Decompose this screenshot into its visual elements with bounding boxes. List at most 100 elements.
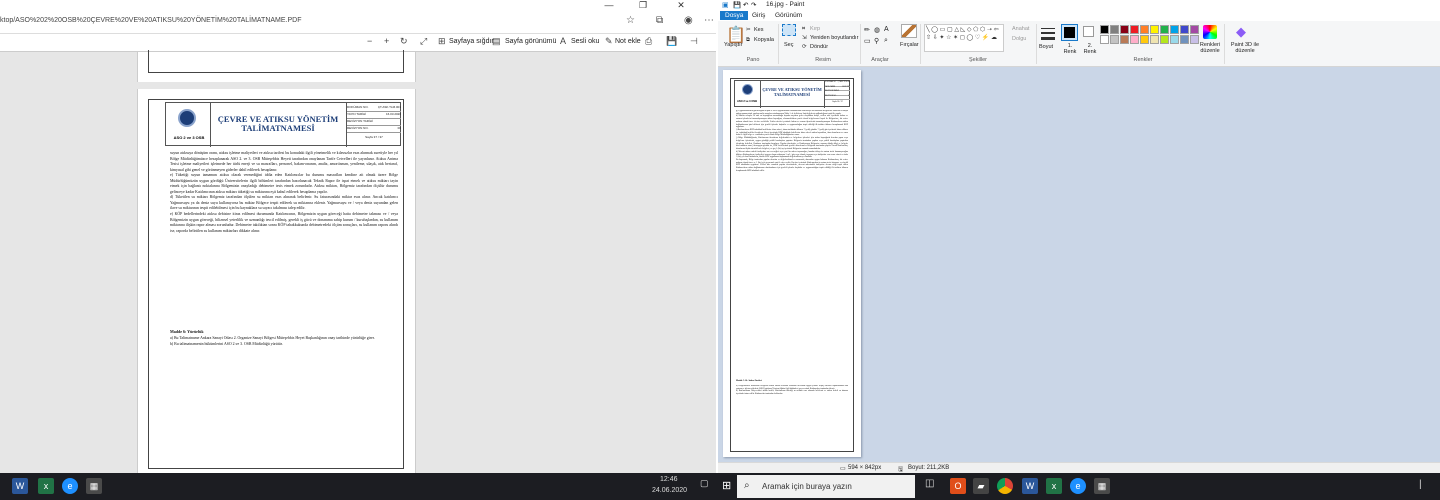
palette-swatch[interactable] — [1130, 35, 1139, 44]
redo-icon[interactable]: ↷ — [751, 1, 756, 9]
more-icon[interactable]: ⋯ — [704, 15, 714, 26]
cut-button[interactable]: Kes — [754, 27, 763, 33]
read-aloud-button[interactable]: Sesli oku — [571, 38, 599, 45]
palette-swatch[interactable] — [1140, 35, 1149, 44]
fit-icon[interactable]: ⤢ — [420, 36, 427, 47]
copy-icon[interactable]: ⧉ — [746, 37, 750, 44]
excel-icon-2[interactable]: x — [1046, 478, 1062, 494]
pin-icon[interactable]: ⊣ — [690, 36, 698, 47]
address-url[interactable]: ktop/ASO%202%20OSB%20ÇEVRE%20VE%20ATIKSU… — [0, 17, 302, 24]
canvas[interactable]: ASO 2 ve 3 OSB ÇEVRE VE ATIKSU YÖNETİM T… — [723, 70, 861, 457]
clock-date[interactable]: 24.06.2020 — [652, 487, 687, 494]
palette-swatch[interactable] — [1190, 25, 1199, 34]
rotate-icon[interactable]: ↻ — [400, 36, 408, 47]
palette-swatch[interactable] — [1130, 25, 1139, 34]
file-explorer-icon[interactable]: ▰ — [973, 478, 989, 494]
word-icon-2[interactable]: W — [1022, 478, 1038, 494]
tab-home[interactable]: Giriş — [747, 11, 770, 20]
zoom-out-button[interactable]: − — [367, 36, 372, 46]
windows-start-icon[interactable]: ⊞ — [722, 479, 731, 492]
rotate-icon[interactable]: ⟳ — [802, 44, 807, 50]
edit-colors-icon[interactable] — [1203, 25, 1217, 39]
minimize-button[interactable]: — — [598, 0, 620, 12]
print-icon[interactable]: ⎙ — [645, 36, 652, 47]
zoom-in-button[interactable]: + — [384, 36, 389, 46]
eraser-icon[interactable]: ▭ — [864, 37, 871, 45]
profile-icon[interactable]: ◉ — [684, 15, 693, 26]
page-view-button[interactable]: Sayfa görünümü — [505, 38, 556, 45]
tab-file[interactable]: Dosya — [720, 11, 749, 20]
shapes-gallery[interactable]: ╲ ◯ ▭ ▢ △ ◺ ◇ ⬠ ⬡ ➝ ⇦ ⇧ ⇩ ✦ ☆ ✶ ◻ ◯ ♡ ⚡ … — [924, 24, 1004, 52]
task-view-icon[interactable]: ◫ — [925, 478, 934, 489]
chrome-icon[interactable] — [997, 478, 1013, 494]
page-view-icon[interactable]: ▤ — [492, 36, 501, 47]
edge-icon[interactable]: e — [62, 478, 78, 494]
palette-swatch[interactable] — [1100, 25, 1109, 34]
resize-button[interactable]: Yeniden boyutlandır — [810, 35, 858, 41]
fit-page-button[interactable]: Sayfaya sığdır — [449, 38, 494, 45]
brushes-button[interactable]: Fırçalar — [900, 42, 919, 48]
paint3d-icon[interactable]: ◆ — [1236, 24, 1246, 40]
rotate-button[interactable]: Döndür — [810, 44, 828, 50]
color-palette[interactable] — [1100, 25, 1199, 45]
palette-swatch[interactable] — [1170, 35, 1179, 44]
office-icon[interactable]: O — [950, 478, 966, 494]
palette-swatch[interactable] — [1150, 35, 1159, 44]
edit-colors-button[interactable]: Renkleri düzenle — [1198, 42, 1222, 54]
select-icon[interactable] — [782, 24, 796, 36]
crop-button[interactable]: Kırp — [810, 26, 820, 32]
text-icon[interactable]: A — [884, 26, 889, 33]
palette-swatch[interactable] — [1180, 35, 1189, 44]
paint-taskbar-icon[interactable]: ▦ — [86, 478, 102, 494]
tab-view[interactable]: Görünüm — [770, 11, 807, 20]
palette-swatch[interactable] — [1150, 25, 1159, 34]
show-desktop[interactable]: ▏ — [1420, 480, 1426, 489]
excel-icon[interactable]: x — [38, 478, 54, 494]
palette-swatch[interactable] — [1160, 25, 1169, 34]
notification-icon[interactable]: ▢ — [700, 478, 710, 492]
color2-label[interactable]: 2. Renk — [1082, 43, 1098, 55]
select-button[interactable]: Seç — [784, 42, 793, 48]
fit-page-icon[interactable]: ⊞ — [438, 36, 446, 47]
search-placeholder[interactable]: Aramak için buraya yazın — [762, 482, 852, 491]
brush-icon[interactable] — [901, 24, 917, 38]
quick-save-icon[interactable]: 💾 — [733, 1, 741, 9]
undo-icon[interactable]: ↶ — [743, 1, 748, 9]
add-note-button[interactable]: Not ekle — [615, 38, 641, 45]
palette-swatch[interactable] — [1120, 35, 1129, 44]
edge-icon-2[interactable]: e — [1070, 478, 1086, 494]
crop-icon[interactable]: ⌗ — [802, 26, 805, 33]
scissors-icon[interactable]: ✂ — [746, 27, 751, 33]
resize-icon[interactable]: ⇲ — [802, 35, 807, 41]
palette-swatch[interactable] — [1170, 25, 1179, 34]
palette-swatch[interactable] — [1120, 25, 1129, 34]
color1-swatch[interactable] — [1061, 24, 1078, 41]
color1-label[interactable]: 1. Renk — [1062, 43, 1078, 55]
paint3d-button[interactable]: Paint 3D ile düzenle — [1227, 42, 1263, 54]
paint-taskbar-icon-2[interactable]: ▦ — [1094, 478, 1110, 494]
palette-swatch[interactable] — [1100, 35, 1109, 44]
magnifier-icon[interactable]: ⌕ — [884, 37, 888, 45]
favorite-star-icon[interactable]: ☆ — [626, 15, 635, 26]
palette-swatch[interactable] — [1180, 25, 1189, 34]
copy-button[interactable]: Kopyala — [754, 37, 774, 43]
fill-bucket-icon[interactable]: ◍ — [874, 26, 880, 34]
collections-icon[interactable]: ⧉ — [656, 15, 663, 26]
palette-swatch[interactable] — [1160, 35, 1169, 44]
add-note-icon[interactable]: ✎ — [605, 36, 613, 47]
pencil-icon[interactable]: ✏ — [864, 26, 870, 34]
color-picker-icon[interactable]: ⚲ — [874, 37, 879, 45]
size-button[interactable]: Boyut — [1039, 44, 1053, 50]
paste-button[interactable]: Yapıştır — [724, 42, 743, 48]
word-icon[interactable]: W — [12, 478, 28, 494]
fill-button[interactable]: Dolgu — [1012, 36, 1026, 42]
palette-swatch[interactable] — [1140, 25, 1149, 34]
outline-button[interactable]: Anahat — [1012, 26, 1029, 32]
read-aloud-icon[interactable]: A — [560, 36, 566, 46]
palette-swatch[interactable] — [1110, 25, 1119, 34]
color2-swatch[interactable] — [1083, 26, 1094, 37]
clock-time[interactable]: 12:46 — [660, 476, 678, 483]
close-button[interactable]: ✕ — [670, 0, 692, 12]
save-icon[interactable]: 💾 — [666, 36, 677, 47]
maximize-button[interactable]: ❐ — [632, 0, 654, 12]
